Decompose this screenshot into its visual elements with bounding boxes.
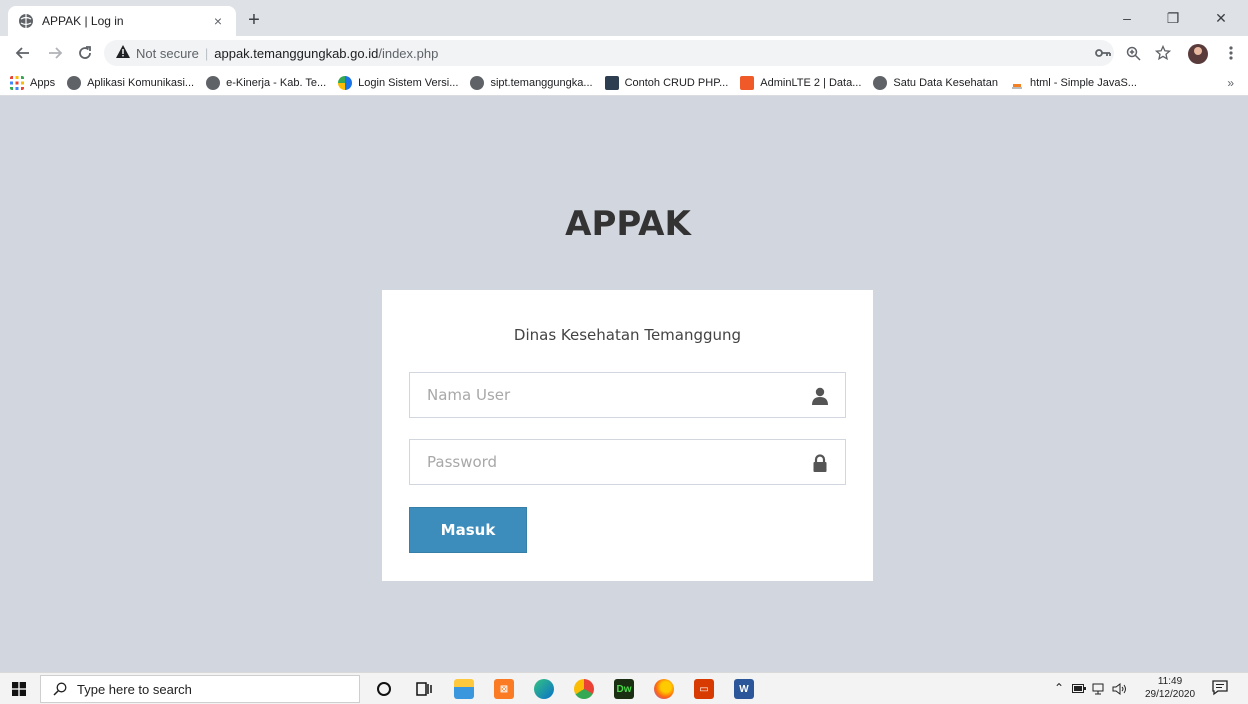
show-hidden-icons-chevron-icon[interactable]: ⌃ [1054,681,1064,695]
code-logo-icon [604,75,619,90]
bookmark-apps[interactable]: Apps [10,75,56,90]
browser-tab-bar: APPAK | Log in × + – ❐ ✕ [0,0,1248,36]
clock-date: 29/12/2020 [1144,689,1196,700]
browser-toolbar: Not secure | appak.temanggungkab.go.id /… [0,36,1248,70]
tab-title: APPAK | Log in [42,14,124,28]
taskbar-search-placeholder: Type here to search [77,681,192,697]
login-submit-button[interactable]: Masuk [409,507,527,553]
globe-icon [19,14,33,28]
cortana-icon[interactable] [374,679,394,699]
chrome-browser-icon[interactable] [574,679,594,699]
globe-icon [206,75,221,90]
lock-icon [813,454,827,472]
new-tab-button[interactable]: + [244,10,264,30]
bookmark-label: AdminLTE 2 | Data... [760,76,862,89]
adminlte-logo-icon [740,75,755,90]
windows-taskbar: Type here to search ⊠ Dw ▭ W ⌃ 11:49 29/… [0,672,1248,704]
security-status: Not secure [136,45,199,61]
password-input[interactable] [410,440,845,484]
bookmark-label: Satu Data Kesehatan [893,76,998,89]
bookmark-label: sipt.temanggungka... [490,76,593,89]
login-box: Dinas Kesehatan Temanggung Masuk [382,290,873,581]
tab-close-icon[interactable]: × [210,13,226,29]
globe-icon [873,75,888,90]
minimize-button[interactable]: – [1104,6,1150,30]
edge-browser-icon[interactable] [534,679,554,699]
globe-icon [67,75,82,90]
battery-icon[interactable] [1072,684,1086,693]
taskbar-search[interactable]: Type here to search [40,675,360,703]
username-field-group [409,372,846,418]
notification-center-icon[interactable] [1212,680,1230,696]
task-view-icon[interactable] [414,679,434,699]
bookmark-satu-data[interactable]: Satu Data Kesehatan [873,75,998,90]
mail-app-icon[interactable]: ▭ [694,679,714,699]
bookmark-sipt[interactable]: sipt.temanggungka... [470,75,593,90]
zoom-icon[interactable] [1124,44,1142,62]
login-box-message: Dinas Kesehatan Temanggung [513,326,742,344]
bookmark-e-kinerja[interactable]: e-Kinerja - Kab. Te... [206,75,327,90]
bookmark-label: Aplikasi Komunikasi... [87,76,195,89]
forward-arrow-icon[interactable] [44,42,66,64]
login-page: APPAK Dinas Kesehatan Temanggung Masuk [0,96,1248,672]
bookmarks-overflow-icon[interactable]: » [1227,76,1234,90]
warning-icon [116,45,130,61]
username-input[interactable] [410,373,845,417]
bookmark-html-simple[interactable]: html - Simple JavaS... [1009,75,1137,90]
password-field-group [409,439,846,485]
taskbar-clock[interactable]: 11:49 29/12/2020 [1140,675,1200,701]
user-icon [812,387,828,405]
apps-grid-icon [10,75,24,90]
profile-avatar[interactable] [1188,44,1208,64]
bookmarks-bar: Apps Aplikasi Komunikasi... e-Kinerja - … [0,70,1248,96]
network-icon[interactable] [1092,683,1106,695]
bookmark-aplikasi-komunikasi[interactable]: Aplikasi Komunikasi... [67,75,195,90]
bookmark-label: e-Kinerja - Kab. Te... [226,76,327,89]
reload-icon[interactable] [74,42,96,64]
kebab-menu-icon[interactable] [1222,44,1240,62]
pie-logo-icon [338,75,353,90]
close-window-button[interactable]: ✕ [1198,6,1244,30]
stackoverflow-icon [1009,75,1024,90]
browser-tab-active[interactable]: APPAK | Log in × [8,6,236,36]
url-host: appak.temanggungkab.go.id [214,45,379,61]
globe-icon [470,75,485,90]
bookmark-label: Apps [30,76,56,89]
xampp-icon[interactable]: ⊠ [494,679,514,699]
clock-time: 11:49 [1157,676,1183,687]
bookmark-label: html - Simple JavaS... [1029,76,1137,89]
firefox-browser-icon[interactable] [654,679,674,699]
key-icon[interactable] [1094,44,1112,62]
url-path: /index.php [378,45,439,61]
bookmark-label: Contoh CRUD PHP... [624,76,729,89]
bookmark-star-icon[interactable] [1154,44,1172,62]
dreamweaver-icon[interactable]: Dw [614,679,634,699]
word-app-icon[interactable]: W [734,679,754,699]
back-arrow-icon[interactable] [12,42,34,64]
restore-button[interactable]: ❐ [1150,6,1196,30]
address-divider: | [204,45,209,61]
bookmark-login-sistem[interactable]: Login Sistem Versi... [338,75,459,90]
bookmark-contoh-crud[interactable]: Contoh CRUD PHP... [604,75,729,90]
volume-icon[interactable] [1112,683,1128,695]
search-icon [53,682,67,696]
bookmark-adminlte[interactable]: AdminLTE 2 | Data... [740,75,862,90]
login-logo: APPAK [565,204,691,244]
bookmark-label: Login Sistem Versi... [358,76,459,89]
file-explorer-icon[interactable] [454,679,474,699]
windows-start-icon[interactable] [12,682,26,696]
address-bar[interactable]: Not secure | appak.temanggungkab.go.id /… [104,40,1114,66]
